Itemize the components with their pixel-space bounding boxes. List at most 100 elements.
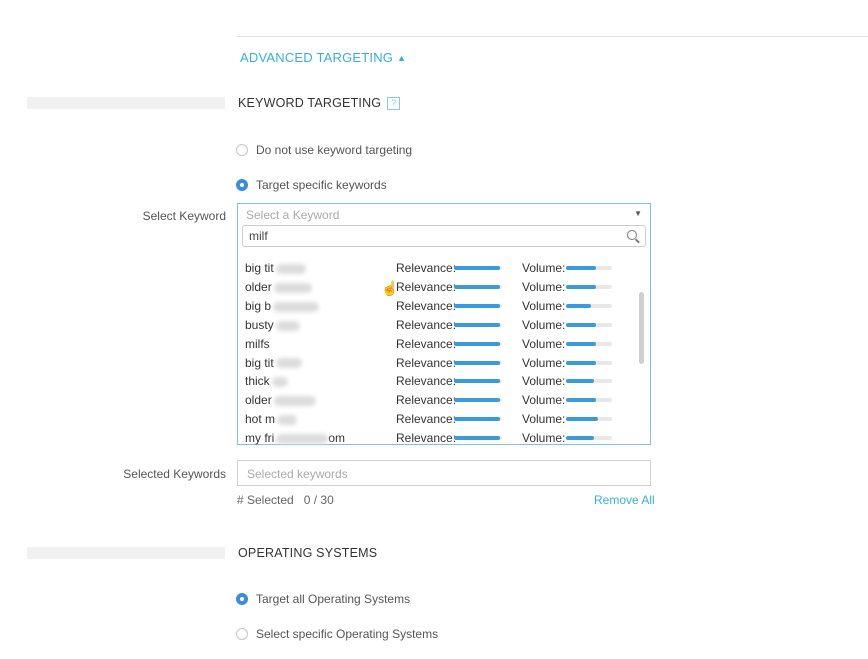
- relevance-bar: [454, 284, 502, 289]
- relevance-bar: [454, 398, 502, 403]
- keyword-search-input[interactable]: milf: [242, 225, 646, 247]
- keyword-name-text: thick: [245, 374, 270, 389]
- advanced-targeting-label: ADVANCED TARGETING: [240, 50, 394, 65]
- keyword-dropdown[interactable]: Select a Keyword ▼ milf big tit Relevance…: [237, 203, 651, 445]
- volume-bar: [566, 266, 612, 270]
- volume-bar: [566, 417, 612, 422]
- advanced-targeting-toggle[interactable]: ADVANCED TARGETING ▲: [240, 50, 406, 65]
- volume-bar-fill: [566, 436, 594, 441]
- relevance-bar: [454, 322, 502, 327]
- radio-button-selected-icon[interactable]: [236, 593, 248, 605]
- keyword-name-suffix: om: [328, 431, 345, 446]
- radio-target-specific-keywords[interactable]: Target specific keywords: [236, 178, 387, 192]
- relevance-bar: [454, 341, 502, 346]
- relevance-bar-fill: [454, 266, 500, 270]
- relevance-label: Relevance:: [396, 317, 457, 332]
- keyword-name-text: older: [245, 279, 272, 294]
- redacted-text: [275, 263, 306, 274]
- radio-label: Target all Operating Systems: [256, 592, 411, 606]
- volume-bar: [566, 398, 612, 403]
- volume-bar-fill: [566, 284, 596, 289]
- keyword-row[interactable]: older Relevance: Volume:: [238, 391, 638, 410]
- section-label-placeholder: [27, 97, 225, 109]
- redacted-text: [273, 301, 320, 312]
- operating-systems-title: OPERATING SYSTEMS: [238, 546, 378, 560]
- volume-label: Volume:: [522, 355, 566, 370]
- radio-label: Do not use keyword targeting: [256, 143, 413, 157]
- volume-bar: [566, 436, 612, 441]
- relevance-bar: [454, 379, 502, 384]
- redacted-text: [273, 396, 316, 407]
- volume-label: Volume:: [522, 374, 566, 389]
- keyword-search-value: milf: [249, 229, 268, 243]
- selected-count-value: 0 / 30: [303, 493, 334, 507]
- relevance-label: Relevance:: [396, 336, 457, 351]
- keyword-name: thick: [245, 374, 288, 388]
- keyword-name-text: big tit: [245, 261, 274, 275]
- selected-keywords-field[interactable]: Selected keywords: [237, 460, 651, 486]
- volume-label: Volume:: [522, 336, 566, 351]
- relevance-label: Relevance:: [396, 279, 457, 294]
- volume-label: Volume:: [522, 298, 566, 313]
- relevance-bar: [454, 266, 502, 270]
- redacted-text: [275, 358, 302, 369]
- selected-count: # Selected 0 / 30: [237, 493, 334, 507]
- volume-bar-fill: [566, 360, 596, 365]
- dropdown-scrollbar[interactable]: [639, 292, 644, 364]
- relevance-bar-fill: [454, 379, 500, 384]
- relevance-label: Relevance:: [396, 374, 457, 389]
- relevance-bar-fill: [454, 436, 500, 441]
- redacted-text: [276, 433, 329, 444]
- radio-no-keyword-targeting[interactable]: Do not use keyword targeting: [236, 143, 412, 157]
- keyword-row[interactable]: hot m Relevance: Volume:: [238, 410, 638, 429]
- relevance-bar: [454, 303, 502, 308]
- relevance-label: Relevance:: [396, 298, 457, 313]
- keyword-select-placeholder[interactable]: Select a Keyword: [246, 208, 339, 222]
- relevance-label: Relevance:: [396, 355, 457, 370]
- volume-bar-fill: [566, 341, 596, 346]
- keyword-name: big tit: [245, 261, 306, 275]
- radio-select-specific-os[interactable]: Select specific Operating Systems: [236, 627, 438, 641]
- relevance-bar-fill: [454, 417, 500, 422]
- radio-target-all-os[interactable]: Target all Operating Systems: [236, 592, 410, 606]
- radio-button-icon[interactable]: [236, 144, 248, 156]
- select-keyword-label: Select Keyword: [142, 209, 226, 223]
- keyword-name-text: big b: [245, 298, 272, 313]
- volume-bar-fill: [566, 322, 596, 327]
- volume-bar-fill: [566, 266, 596, 270]
- keyword-row[interactable]: older Relevance: Volume:: [238, 278, 638, 297]
- volume-bar: [566, 341, 612, 346]
- keyword-name: big b: [245, 298, 320, 313]
- volume-bar: [566, 379, 612, 384]
- radio-button-selected-icon[interactable]: [236, 179, 248, 191]
- relevance-bar-fill: [454, 322, 500, 327]
- keyword-row[interactable]: big tit Relevance: Volume:: [238, 259, 638, 278]
- keyword-row[interactable]: big tit Relevance: Volume:: [238, 354, 638, 373]
- volume-bar-fill: [566, 379, 594, 384]
- volume-bar: [566, 360, 612, 365]
- keyword-name-text: busty: [245, 317, 274, 332]
- radio-button-icon[interactable]: [236, 628, 248, 640]
- volume-label: Volume:: [522, 393, 566, 408]
- keyword-name: milfs: [245, 337, 270, 351]
- remove-all-link[interactable]: Remove All: [594, 493, 655, 507]
- keyword-name: older: [245, 393, 316, 407]
- keyword-name-text: my fri: [245, 431, 275, 446]
- volume-bar-fill: [566, 303, 592, 308]
- help-icon[interactable]: ?: [387, 97, 401, 110]
- keyword-name-text: hot m: [245, 412, 276, 427]
- volume-bar-fill: [566, 417, 599, 422]
- relevance-label: Relevance:: [396, 431, 457, 446]
- keyword-name: my fri om: [245, 431, 345, 445]
- relevance-label: Relevance:: [396, 261, 457, 275]
- keyword-row[interactable]: milfs Relevance: Volume:: [238, 335, 638, 354]
- chevron-down-icon[interactable]: ▼: [634, 209, 642, 218]
- hand-cursor-icon: ☝: [381, 280, 399, 296]
- keyword-row[interactable]: my fri om Relevance: Volume:: [238, 429, 638, 448]
- relevance-bar: [454, 436, 502, 441]
- keyword-row[interactable]: thick Relevance: Volume:: [238, 372, 638, 391]
- keyword-row[interactable]: big b Relevance: Volume:: [238, 297, 638, 316]
- volume-label: Volume:: [522, 317, 566, 332]
- keyword-row[interactable]: busty Relevance: Volume:: [238, 316, 638, 335]
- keyword-name: older: [245, 280, 312, 294]
